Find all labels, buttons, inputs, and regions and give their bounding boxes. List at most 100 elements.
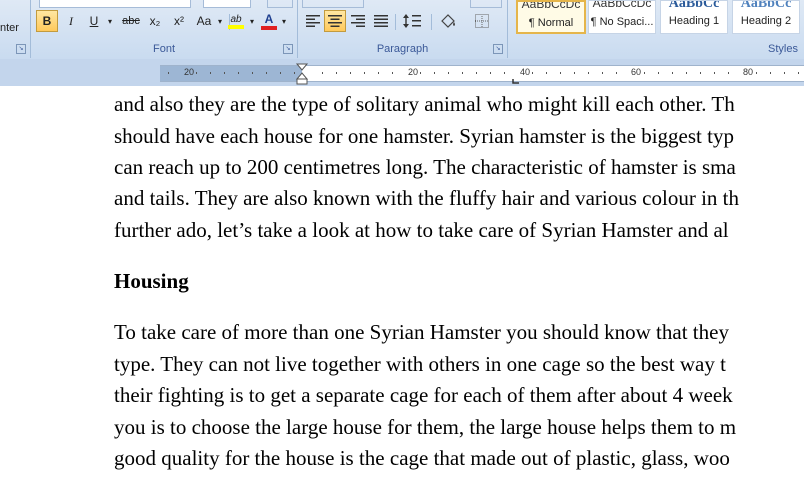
ruler-tick xyxy=(336,72,337,74)
show-hide-button[interactable] xyxy=(470,0,502,8)
paragraph-line: further ado, let’s take a look at how to… xyxy=(114,218,729,242)
shading-button[interactable] xyxy=(434,10,462,32)
clipboard-group: nter ↘ xyxy=(0,0,31,58)
clipboard-dialog-launcher[interactable]: ↘ xyxy=(16,44,26,54)
ruler-tick xyxy=(392,72,393,74)
bold-button[interactable]: B xyxy=(36,10,58,32)
align-left-button[interactable] xyxy=(302,10,324,32)
justify-button[interactable] xyxy=(370,10,392,32)
shrink-font-button[interactable] xyxy=(267,0,293,8)
align-center-icon xyxy=(328,15,342,27)
styles-group-label: Styles xyxy=(768,43,798,55)
ruler-tick xyxy=(588,72,589,74)
align-right-icon xyxy=(351,15,365,27)
italic-button[interactable]: I xyxy=(60,10,82,32)
ruler-tick xyxy=(602,72,603,74)
ruler-label: 20 xyxy=(408,67,419,77)
ruler-tick xyxy=(322,72,323,74)
style-heading-2[interactable]: AaBbCc Heading 2 xyxy=(732,0,800,34)
ruler-tick xyxy=(420,72,421,74)
ruler-tick xyxy=(546,72,547,74)
borders-icon xyxy=(475,14,489,28)
ruler-tick xyxy=(686,72,687,74)
ruler-label: 40 xyxy=(520,67,531,77)
tab-stop-icon[interactable] xyxy=(512,79,520,85)
ruler-tick xyxy=(462,72,463,74)
change-case-dropdown-icon[interactable]: ▾ xyxy=(216,10,224,32)
paragraph-line: To take care of more than one Syrian Ham… xyxy=(114,320,729,344)
underline-dropdown-icon[interactable]: ▾ xyxy=(105,10,115,32)
align-center-button[interactable] xyxy=(324,10,346,32)
ruler-label: 80 xyxy=(743,67,754,77)
ruler-tick xyxy=(196,72,197,74)
borders-button[interactable] xyxy=(468,10,496,32)
highlight-dropdown-icon[interactable]: ▾ xyxy=(248,10,256,32)
style-sample: AaBbCcDc xyxy=(592,0,652,10)
style-sample: AaBbCc xyxy=(740,0,792,11)
indent-marker-icon[interactable] xyxy=(296,63,308,85)
paragraph-line: their fighting is to get a separate cage… xyxy=(114,383,733,407)
style-name: ¶ No Spaci... xyxy=(590,16,654,28)
change-case-button[interactable]: Aa xyxy=(191,10,217,32)
font-group: B I U ▾ abc x₂ x² Aa ▾ ab ▾ A ▾ Font ↘ xyxy=(31,0,298,58)
style-name: Heading 1 xyxy=(668,15,720,27)
ruler-tick xyxy=(798,72,799,74)
ruler-tick xyxy=(574,72,575,74)
ruler-tick xyxy=(168,72,169,74)
ruler-tick xyxy=(504,72,505,74)
ruler-tick xyxy=(294,72,295,74)
subscript-button[interactable]: x₂ xyxy=(144,10,166,32)
bullets-buttons[interactable] xyxy=(302,0,364,8)
strikethrough-button[interactable]: abc xyxy=(118,10,144,32)
document-page[interactable]: and also they are the type of solitary a… xyxy=(0,86,804,484)
ruler-tick xyxy=(532,72,533,74)
font-color-swatch xyxy=(261,26,277,30)
style-sample: AaBbCc xyxy=(668,0,720,11)
paragraph-group: Paragraph ↘ xyxy=(298,0,508,58)
highlight-color-swatch xyxy=(228,24,244,29)
format-painter-label[interactable]: nter xyxy=(0,22,19,34)
paragraph-line: good quality for the house is the cage t… xyxy=(114,446,730,470)
ruler-tick xyxy=(350,72,351,74)
style-name: Heading 2 xyxy=(740,15,792,27)
paragraph-line: can reach up to 200 centimetres long. Th… xyxy=(114,155,736,179)
align-right-button[interactable] xyxy=(347,10,369,32)
separator xyxy=(431,14,432,30)
ruler-label: 60 xyxy=(631,67,642,77)
style-no-spacing[interactable]: AaBbCcDc ¶ No Spaci... xyxy=(588,0,656,34)
ruler-tick xyxy=(448,72,449,74)
font-color-dropdown-icon[interactable]: ▾ xyxy=(280,10,288,32)
section-heading: Housing xyxy=(114,269,189,293)
ruler-tick xyxy=(490,72,491,74)
ruler-tick xyxy=(238,72,239,74)
paragraph-dialog-launcher[interactable]: ↘ xyxy=(493,44,503,54)
paragraph-line: and also they are the type of solitary a… xyxy=(114,92,735,116)
style-normal[interactable]: AaBbCcDc ¶ Normal xyxy=(516,0,586,34)
font-color-icon: A xyxy=(264,12,274,26)
highlight-button[interactable]: ab xyxy=(224,10,248,32)
paragraph-group-label: Paragraph xyxy=(376,43,429,55)
ruler-tick xyxy=(770,72,771,74)
ruler-tick xyxy=(644,72,645,74)
highlight-icon: ab xyxy=(230,13,242,25)
ruler-tick xyxy=(728,72,729,74)
ruler-tick xyxy=(560,72,561,74)
ruler-tick xyxy=(378,72,379,74)
superscript-button[interactable]: x² xyxy=(168,10,190,32)
ruler-tick xyxy=(210,72,211,74)
ruler-tick xyxy=(700,72,701,74)
ruler-tick xyxy=(672,72,673,74)
ruler-tick xyxy=(714,72,715,74)
line-spacing-button[interactable] xyxy=(399,10,427,32)
paragraph-line: type. They can not live together with ot… xyxy=(114,352,726,376)
ruler-tick xyxy=(658,72,659,74)
style-heading-1[interactable]: AaBbCc Heading 1 xyxy=(660,0,728,34)
horizontal-ruler[interactable]: 20 20 40 60 80 xyxy=(0,59,804,86)
font-dialog-launcher[interactable]: ↘ xyxy=(283,44,293,54)
style-name: ¶ Normal xyxy=(528,17,574,29)
font-name-combo[interactable] xyxy=(39,0,191,8)
font-color-button[interactable]: A xyxy=(258,10,280,32)
font-size-combo[interactable] xyxy=(203,0,251,8)
paint-bucket-icon xyxy=(441,14,455,28)
underline-button[interactable]: U xyxy=(83,10,105,32)
